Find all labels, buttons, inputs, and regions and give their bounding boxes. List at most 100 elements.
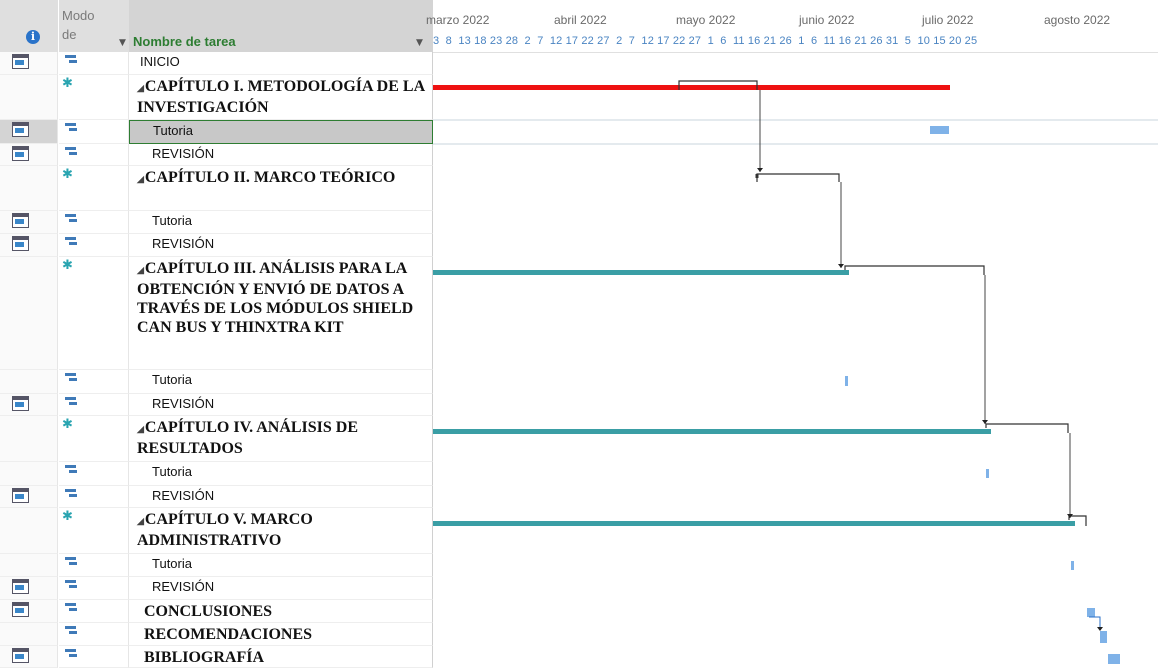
- chevron-down-icon[interactable]: ▼: [119, 38, 126, 48]
- task-row[interactable]: REVISIÓN: [0, 394, 433, 416]
- task-name-text: Tutoria: [153, 123, 193, 138]
- auto-schedule-icon: [65, 580, 79, 590]
- task-name-cell[interactable]: Tutoria: [129, 211, 433, 234]
- task-name-cell[interactable]: BIBLIOGRAFÍA: [129, 646, 433, 668]
- task-row[interactable]: BIBLIOGRAFÍA: [0, 646, 433, 668]
- collapse-toggle-icon[interactable]: ◢: [137, 265, 144, 275]
- task-name-cell[interactable]: ◢CAPÍTULO II. MARCO TEÓRICO: [129, 166, 433, 211]
- task-row[interactable]: ✱ ◢CAPÍTULO I. METODOLOGÍA DE LA INVESTIG…: [0, 75, 433, 120]
- task-bar[interactable]: [1071, 561, 1074, 570]
- task-bar[interactable]: [845, 376, 848, 386]
- task-row[interactable]: ✱ ◢CAPÍTULO IV. ANÁLISIS DE RESULTADOS: [0, 416, 433, 462]
- task-mode-cell[interactable]: [59, 370, 129, 394]
- task-mode-cell[interactable]: [59, 554, 129, 577]
- task-mode-cell[interactable]: ✱: [59, 416, 129, 462]
- task-mode-cell[interactable]: [59, 646, 129, 668]
- task-row[interactable]: REVISIÓN: [0, 144, 433, 166]
- task-bar[interactable]: [1108, 654, 1120, 664]
- task-name-cell[interactable]: Tutoria: [129, 120, 433, 144]
- task-mode-cell[interactable]: [59, 144, 129, 166]
- task-name-cell[interactable]: ◢CAPÍTULO IV. ANÁLISIS DE RESULTADOS: [129, 416, 433, 462]
- task-mode-cell[interactable]: [59, 234, 129, 257]
- task-row[interactable]: Tutoria: [0, 554, 433, 577]
- task-name-cell[interactable]: ◢CAPÍTULO III. ANÁLISIS PARA LA OBTENCIÓ…: [129, 257, 433, 370]
- summary-bar[interactable]: [433, 429, 991, 434]
- task-mode-cell[interactable]: [59, 120, 129, 144]
- indicator-cell: [0, 508, 58, 554]
- task-name-cell[interactable]: REVISIÓN: [129, 144, 433, 166]
- calendar-icon: [12, 146, 29, 161]
- auto-schedule-icon: [65, 147, 79, 157]
- auto-schedule-icon: [65, 649, 79, 659]
- collapse-toggle-icon[interactable]: ◢: [137, 424, 144, 434]
- task-row[interactable]: ✱ ◢CAPÍTULO V. MARCO ADMINISTRATIVO: [0, 508, 433, 554]
- chevron-down-icon[interactable]: ▼: [416, 38, 423, 48]
- task-mode-cell[interactable]: ✱: [59, 75, 129, 120]
- task-bar[interactable]: [930, 126, 949, 134]
- task-mode-cell[interactable]: ✱: [59, 166, 129, 211]
- task-name-text: REVISIÓN: [152, 579, 215, 594]
- collapse-toggle-icon[interactable]: ◢: [137, 83, 144, 93]
- task-row[interactable]: INICIO: [0, 52, 433, 75]
- summary-bar[interactable]: [433, 521, 1075, 526]
- task-mode-cell[interactable]: [59, 211, 129, 234]
- task-name-cell[interactable]: REVISIÓN: [129, 486, 433, 508]
- task-name-cell[interactable]: CONCLUSIONES: [129, 600, 433, 623]
- indicator-cell: [0, 394, 58, 416]
- calendar-icon: [12, 122, 29, 137]
- critical-summary-bar[interactable]: [433, 85, 950, 90]
- modo-header-line2: de: [62, 27, 77, 42]
- indicators-column-header[interactable]: i: [0, 0, 58, 52]
- task-row[interactable]: Tutoria: [0, 211, 433, 234]
- dependency-arrow[interactable]: [757, 168, 763, 172]
- task-name-cell[interactable]: Tutoria: [129, 554, 433, 577]
- task-name-cell[interactable]: ◢CAPÍTULO V. MARCO ADMINISTRATIVO: [129, 508, 433, 554]
- task-row[interactable]: REVISIÓN: [0, 577, 433, 600]
- task-row[interactable]: RECOMENDACIONES: [0, 623, 433, 646]
- task-mode-cell[interactable]: [59, 394, 129, 416]
- task-name-cell[interactable]: INICIO: [129, 52, 433, 75]
- task-name-cell[interactable]: ◢CAPÍTULO I. METODOLOGÍA DE LA INVESTIGA…: [129, 75, 433, 120]
- task-bar[interactable]: [986, 469, 989, 478]
- task-mode-cell[interactable]: [59, 623, 129, 646]
- summary-bar[interactable]: [433, 270, 849, 275]
- dependency-arrow[interactable]: [838, 264, 844, 268]
- task-row[interactable]: CONCLUSIONES: [0, 600, 433, 623]
- task-row[interactable]: REVISIÓN: [0, 486, 433, 508]
- indicator-cell: [0, 257, 58, 370]
- task-row[interactable]: REVISIÓN: [0, 234, 433, 257]
- dependency-arrow[interactable]: [1097, 627, 1103, 631]
- task-name-column-header[interactable]: Nombre de tarea ▼: [129, 0, 433, 52]
- task-row[interactable]: ✱ ◢CAPÍTULO II. MARCO TEÓRICO: [0, 166, 433, 211]
- task-mode-cell[interactable]: [59, 600, 129, 623]
- task-name-cell[interactable]: REVISIÓN: [129, 234, 433, 257]
- task-mode-cell[interactable]: ✱: [59, 508, 129, 554]
- indicator-cell: [0, 166, 58, 211]
- summary-task-label: ◢CAPÍTULO III. ANÁLISIS PARA LA OBTENCIÓ…: [137, 257, 432, 337]
- auto-schedule-icon: [65, 626, 79, 636]
- task-name-cell[interactable]: Tutoria: [129, 370, 433, 394]
- manual-schedule-pin-icon: ✱: [62, 258, 73, 273]
- task-row[interactable]: Tutoria: [0, 120, 433, 144]
- calendar-icon: [12, 236, 29, 251]
- auto-schedule-icon: [65, 214, 79, 224]
- task-name-cell[interactable]: RECOMENDACIONES: [129, 623, 433, 646]
- task-bar[interactable]: [1100, 631, 1107, 643]
- task-mode-cell[interactable]: [59, 52, 129, 75]
- task-name-cell[interactable]: REVISIÓN: [129, 394, 433, 416]
- collapse-toggle-icon[interactable]: ◢: [137, 516, 144, 526]
- task-mode-cell[interactable]: [59, 486, 129, 508]
- manual-summary-bracket: [844, 265, 985, 275]
- task-mode-column-header[interactable]: Modo de ▼: [59, 0, 129, 52]
- task-bar[interactable]: [1087, 608, 1095, 617]
- task-mode-cell[interactable]: [59, 577, 129, 600]
- task-row[interactable]: ✱ ◢CAPÍTULO III. ANÁLISIS PARA LA OBTENCI…: [0, 257, 433, 370]
- task-mode-cell[interactable]: ✱: [59, 257, 129, 370]
- task-row[interactable]: Tutoria: [0, 462, 433, 486]
- task-mode-cell[interactable]: [59, 462, 129, 486]
- task-name-cell[interactable]: REVISIÓN: [129, 577, 433, 600]
- collapse-toggle-icon[interactable]: ◢: [137, 174, 144, 184]
- task-name-text: CAPÍTULO III. ANÁLISIS PARA LA OBTENCIÓN…: [137, 260, 414, 336]
- task-row[interactable]: Tutoria: [0, 370, 433, 394]
- task-name-cell[interactable]: Tutoria: [129, 462, 433, 486]
